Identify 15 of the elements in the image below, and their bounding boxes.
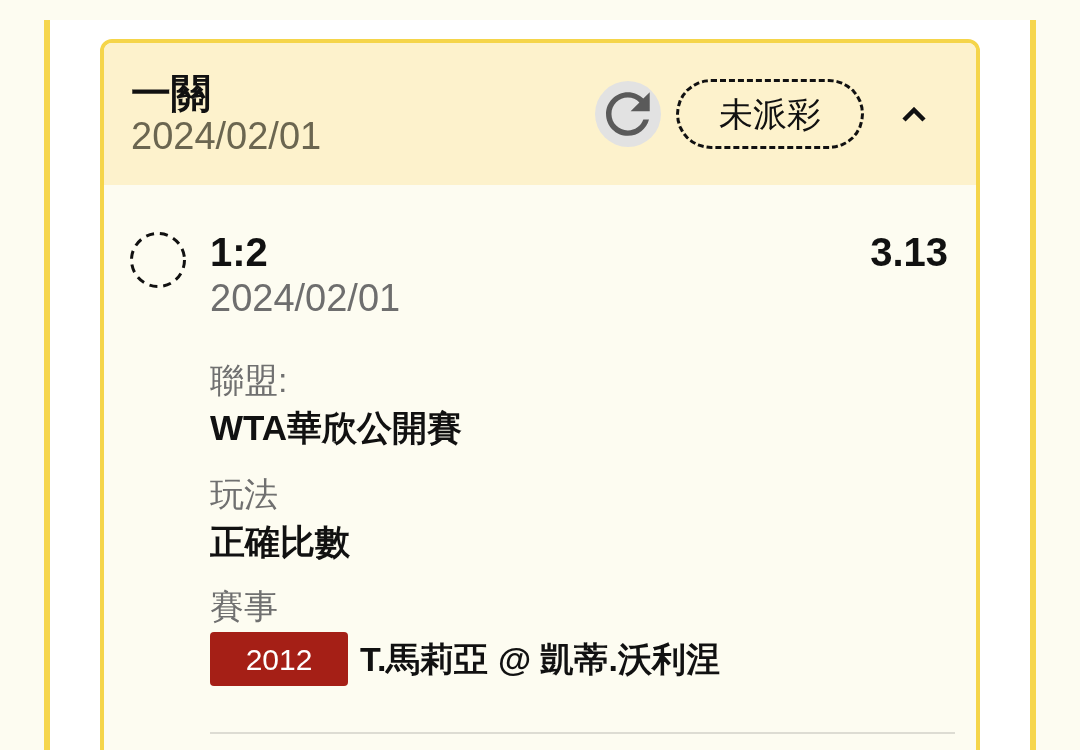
bet-title: 一關	[131, 71, 211, 115]
field-label: 玩法	[210, 474, 278, 515]
match-teams: T.馬莉亞 @ 凱蒂.沃利涅	[360, 638, 720, 680]
field-label: 賽事	[210, 586, 278, 627]
bet-date: 2024/02/01	[131, 115, 322, 157]
field-label: 聯盟:	[210, 360, 288, 401]
match-number-tag: 2012	[210, 632, 348, 686]
chevron-up-icon	[902, 106, 926, 122]
payout-status-badge: 未派彩	[676, 79, 864, 149]
field-value: WTA華欣公開賽	[210, 407, 463, 449]
refresh-icon	[606, 92, 650, 136]
score-selection: 1:2	[210, 229, 268, 275]
leg-date: 2024/02/01	[210, 276, 401, 321]
field-value: 正確比數	[210, 521, 350, 563]
odds-value: 3.13	[870, 229, 948, 275]
